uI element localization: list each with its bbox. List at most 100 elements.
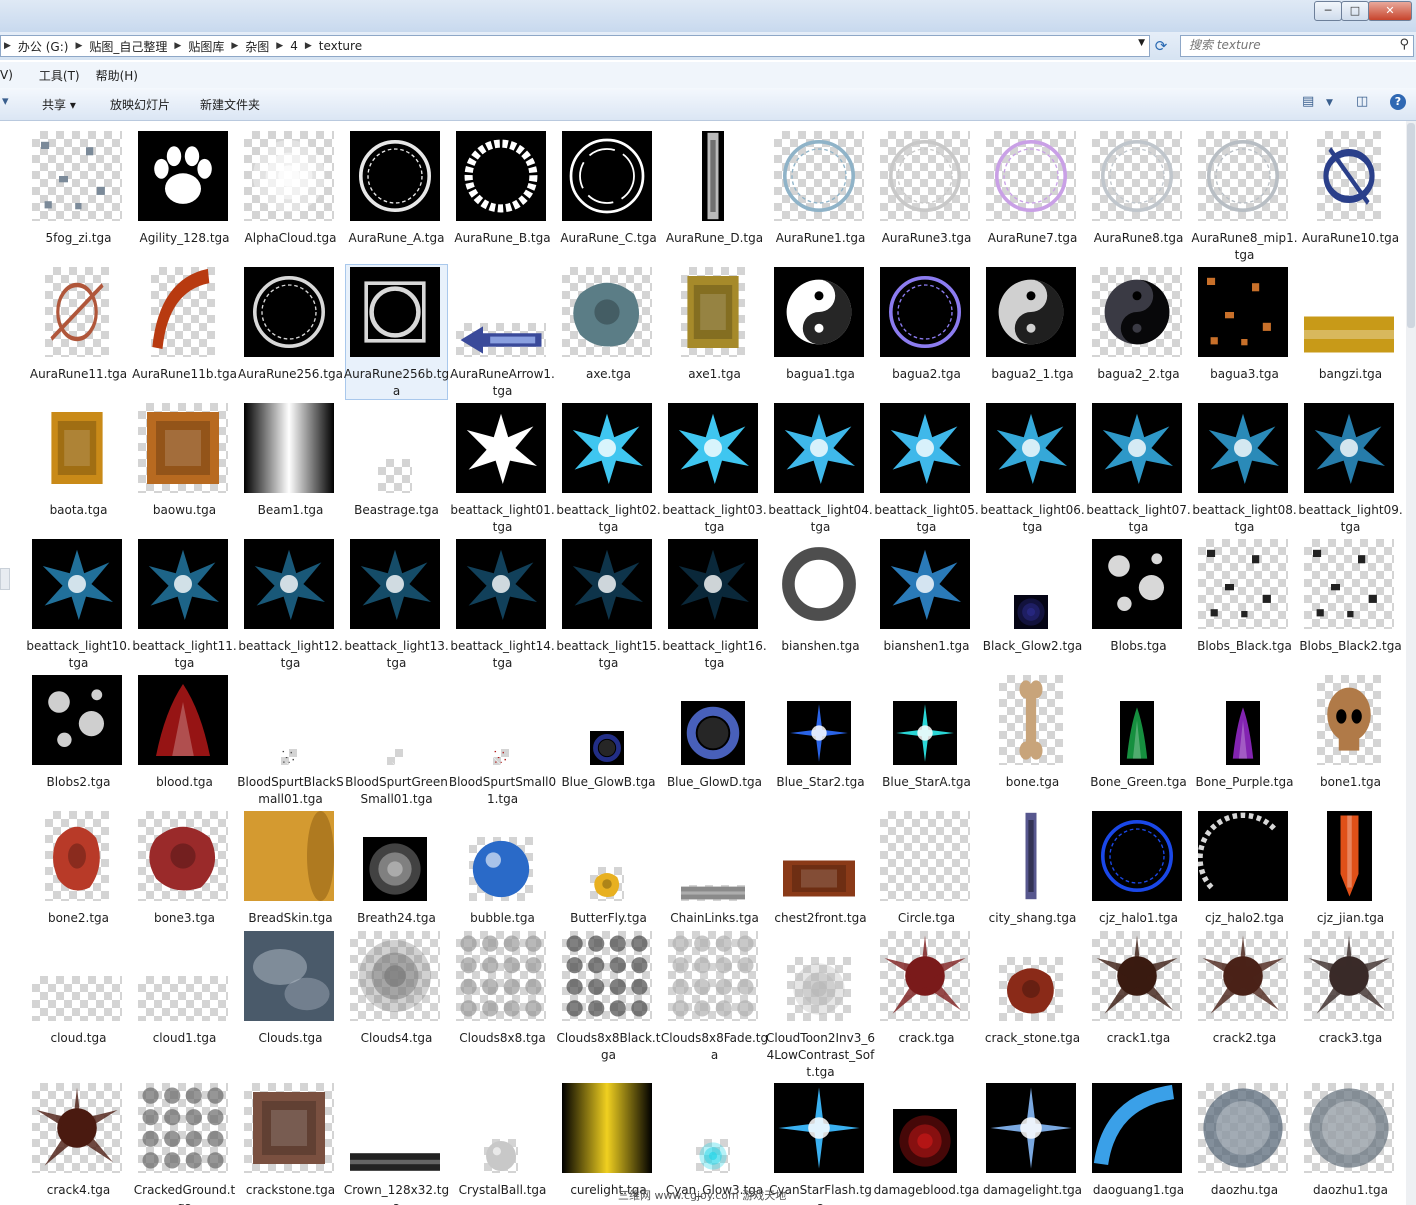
file-item[interactable]: Beam1.tga	[240, 401, 341, 535]
file-item[interactable]: AuraRune11.tga	[28, 265, 129, 399]
file-item[interactable]: ChainLinks.tga	[664, 809, 765, 943]
file-item[interactable]: AuraRune11b.tga	[132, 265, 237, 399]
breadcrumb-folder-2[interactable]: 贴图库	[184, 38, 228, 55]
file-item[interactable]: CrystalBall.tga	[452, 1081, 553, 1205]
file-item[interactable]: crack_stone.tga	[982, 929, 1083, 1063]
file-item[interactable]: ButterFly.tga	[558, 809, 659, 943]
file-item[interactable]: crack.tga	[876, 929, 977, 1063]
file-item[interactable]: daozhu1.tga	[1300, 1081, 1401, 1205]
file-item[interactable]: bagua1.tga	[770, 265, 871, 399]
file-item[interactable]: Black_Glow2.tga	[982, 537, 1083, 671]
file-item[interactable]: beattack_light05.tga	[874, 401, 979, 535]
file-item[interactable]: bone1.tga	[1300, 673, 1401, 807]
file-item[interactable]: crack4.tga	[28, 1081, 129, 1205]
file-item[interactable]: beattack_light04.tga	[768, 401, 873, 535]
file-item[interactable]: BloodSpurtSmall01.tga	[449, 673, 556, 807]
file-item[interactable]: Blue_StarA.tga	[876, 673, 977, 807]
file-item[interactable]: cloud1.tga	[134, 929, 235, 1063]
breadcrumb-current[interactable]: texture	[315, 39, 366, 53]
file-item[interactable]: Blue_GlowD.tga	[664, 673, 765, 807]
file-item[interactable]: beattack_light12.tga	[238, 537, 343, 671]
file-item[interactable]: Blue_GlowB.tga	[558, 673, 659, 807]
file-item[interactable]: chest2front.tga	[770, 809, 871, 943]
file-item[interactable]: cjz_halo1.tga	[1088, 809, 1189, 943]
vertical-scrollbar[interactable]	[1406, 121, 1416, 1205]
search-box[interactable]: ⚲	[1180, 35, 1414, 57]
file-item[interactable]: bone3.tga	[134, 809, 235, 943]
breadcrumb-drive[interactable]: 办公 (G:)	[14, 38, 73, 55]
file-item[interactable]: Breath24.tga	[346, 809, 447, 943]
file-item[interactable]: AuraRune10.tga	[1300, 129, 1401, 263]
file-item[interactable]: cjz_halo2.tga	[1194, 809, 1295, 943]
breadcrumb-arrow-icon[interactable]: ▶	[273, 41, 286, 51]
file-item[interactable]: beattack_light03.tga	[662, 401, 767, 535]
file-item[interactable]: Blue_Star2.tga	[770, 673, 871, 807]
file-item[interactable]: bone.tga	[982, 673, 1083, 807]
file-item[interactable]: Beastrage.tga	[346, 401, 447, 535]
address-dropdown-icon[interactable]: ▼	[1138, 38, 1145, 48]
menu-help[interactable]: 帮助(H)	[88, 67, 146, 84]
breadcrumb-arrow-icon[interactable]: ▶	[1, 41, 14, 51]
file-item[interactable]: Clouds4.tga	[346, 929, 447, 1063]
nav-pane-edge[interactable]	[0, 568, 10, 590]
file-item[interactable]: beattack_light01.tga	[450, 401, 555, 535]
breadcrumb-arrow-icon[interactable]: ▶	[302, 41, 315, 51]
help-icon[interactable]: ?	[1390, 94, 1406, 110]
file-item[interactable]: daoguang1.tga	[1088, 1081, 1189, 1205]
file-item[interactable]: Crown_128x32.tga	[344, 1081, 449, 1205]
file-item[interactable]: AuraRune_D.tga	[664, 129, 765, 263]
file-item[interactable]: Agility_128.tga	[134, 129, 235, 263]
file-item[interactable]: BreadSkin.tga	[240, 809, 341, 943]
file-item[interactable]: bianshen1.tga	[876, 537, 977, 671]
file-item[interactable]: AuraRune7.tga	[982, 129, 1083, 263]
file-item[interactable]: Bone_Green.tga	[1088, 673, 1189, 807]
file-item[interactable]: bagua2.tga	[876, 265, 977, 399]
file-item[interactable]: BloodSpurtGreenSmall01.tga	[345, 673, 448, 807]
file-item[interactable]: Blobs_Black.tga	[1194, 537, 1295, 671]
file-item[interactable]: Clouds8x8Fade.tga	[661, 929, 768, 1063]
file-item[interactable]: beattack_light10.tga	[26, 537, 131, 671]
search-input[interactable]	[1181, 36, 1397, 54]
file-item[interactable]: beattack_light09.tga	[1298, 401, 1403, 535]
breadcrumb-folder-1[interactable]: 贴图_自己整理	[85, 38, 171, 55]
file-item[interactable]: axe1.tga	[664, 265, 765, 399]
new-folder-button[interactable]: 新建文件夹	[200, 96, 260, 113]
file-item[interactable]: AuraRune256.tga	[238, 265, 343, 399]
breadcrumb-folder-3[interactable]: 杂图	[241, 38, 273, 55]
file-item[interactable]: crackstone.tga	[240, 1081, 341, 1205]
view-options-icon[interactable]: ▤	[1302, 94, 1314, 109]
file-item[interactable]: beattack_light14.tga	[450, 537, 555, 671]
file-item[interactable]: bagua2_2.tga	[1088, 265, 1189, 399]
file-item[interactable]: baota.tga	[28, 401, 129, 535]
file-item[interactable]: daozhu.tga	[1194, 1081, 1295, 1205]
view-dropdown-icon[interactable]: ▼	[1326, 98, 1333, 108]
address-bar[interactable]: ▶ 办公 (G:) ▶ 贴图_自己整理 ▶ 贴图库 ▶ 杂图 ▶ 4 ▶ tex…	[0, 35, 1150, 57]
file-item[interactable]: blood.tga	[134, 673, 235, 807]
file-item[interactable]: Clouds8x8.tga	[452, 929, 553, 1063]
file-item[interactable]: 5fog_zi.tga	[28, 129, 129, 263]
file-item[interactable]: Bone_Purple.tga	[1194, 673, 1295, 807]
preview-pane-icon[interactable]: ◫	[1356, 94, 1368, 109]
close-button[interactable]: ✕	[1368, 1, 1412, 21]
file-item[interactable]: Circle.tga	[876, 809, 977, 943]
file-item[interactable]: beattack_light11.tga	[132, 537, 237, 671]
file-item[interactable]: CloudToon2Inv3_64LowContrast_Soft.tga	[766, 929, 875, 1079]
file-item[interactable]: city_shang.tga	[982, 809, 1083, 943]
file-item[interactable]: beattack_light07.tga	[1086, 401, 1191, 535]
file-item[interactable]: bianshen.tga	[770, 537, 871, 671]
file-item[interactable]: AuraRune8.tga	[1088, 129, 1189, 263]
file-item[interactable]: cjz_jian.tga	[1300, 809, 1401, 943]
search-icon[interactable]: ⚲	[1399, 37, 1409, 52]
organize-arrow-icon[interactable]: ▾	[2, 94, 9, 109]
file-item[interactable]: Clouds8x8Black.tga	[557, 929, 660, 1063]
file-item[interactable]: beattack_light02.tga	[556, 401, 661, 535]
file-item[interactable]: beattack_light16.tga	[662, 537, 767, 671]
file-item[interactable]: damageblood.tga	[874, 1081, 979, 1205]
file-item[interactable]: bone2.tga	[28, 809, 129, 943]
file-item[interactable]: crack3.tga	[1300, 929, 1401, 1063]
file-item[interactable]: CrackedGround.tga	[134, 1081, 235, 1205]
file-item[interactable]: AuraRune_A.tga	[346, 129, 447, 263]
file-item[interactable]: crack1.tga	[1088, 929, 1189, 1063]
menu-tools[interactable]: 工具(T)	[21, 67, 88, 84]
file-item[interactable]: Blobs_Black2.tga	[1299, 537, 1402, 671]
